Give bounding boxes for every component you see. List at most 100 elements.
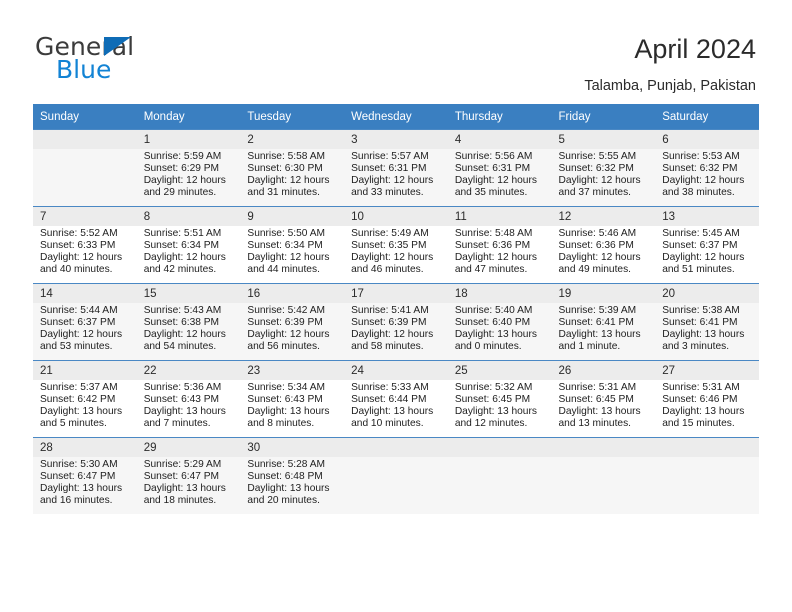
calendar-day-cell[interactable]: 28 Sunrise: 5:30 AM Sunset: 6:47 PM Dayligh… — [33, 437, 137, 514]
calendar-day-cell[interactable]: 5 Sunrise: 5:55 AM Sunset: 6:32 PM Daylight… — [551, 129, 656, 206]
daylight-text: Daylight: 13 hours and 20 minutes. — [247, 483, 330, 507]
calendar-day-cell[interactable]: 26 Sunrise: 5:31 AM Sunset: 6:45 PM Dayligh… — [551, 360, 656, 437]
sunrise-text: Sunrise: 5:42 AM — [247, 305, 325, 316]
sunset-text: Sunset: 6:37 PM — [40, 317, 116, 329]
day-number: 23 — [240, 361, 345, 380]
sunrise-text: Sunrise: 5:29 AM — [143, 459, 222, 470]
day-details: Sunrise: 5:50 AM Sunset: 6:34 PM Daylight:… — [240, 226, 344, 276]
day-number: 6 — [655, 130, 759, 149]
calendar-day-cell[interactable]: 27 Sunrise: 5:31 AM Sunset: 6:46 PM Dayligh… — [655, 360, 759, 437]
calendar-week-row: 1 Sunrise: 5:59 AM Sunset: 6:29 PM Daylight… — [33, 129, 759, 206]
sunset-text: Sunset: 6:40 PM — [454, 317, 531, 329]
day-number: 21 — [33, 361, 137, 380]
logo-text-blue: Blue — [56, 55, 112, 84]
calendar-day-cell[interactable]: 8 Sunrise: 5:51 AM Sunset: 6:34 PM Daylight… — [136, 206, 241, 283]
daylight-text: Daylight: 12 hours and 31 minutes. — [247, 175, 330, 199]
sunset-text: Sunset: 6:31 PM — [454, 163, 531, 175]
calendar-day-cell[interactable]: 4 Sunrise: 5:56 AM Sunset: 6:31 PM Daylight… — [447, 129, 552, 206]
day-number: 29 — [136, 438, 241, 457]
day-number: 13 — [655, 207, 759, 226]
general-blue-logo[interactable]: General Blue — [35, 32, 275, 87]
sunset-text: Sunset: 6:35 PM — [351, 240, 427, 252]
day-details: Sunrise: 5:46 AM Sunset: 6:36 PM Daylight:… — [552, 226, 656, 276]
sunrise-text: Sunrise: 5:50 AM — [247, 228, 325, 239]
calendar-day-cell[interactable]: 29 Sunrise: 5:29 AM Sunset: 6:47 PM Dayligh… — [136, 437, 241, 514]
sunrise-text: Sunrise: 5:45 AM — [662, 228, 740, 239]
calendar-day-cell[interactable]: 11 Sunrise: 5:48 AM Sunset: 6:36 PM Dayligh… — [447, 206, 552, 283]
day-details: Sunrise: 5:55 AM Sunset: 6:32 PM Daylight:… — [552, 149, 656, 199]
page-subtitle: Talamba, Punjab, Pakistan — [584, 78, 756, 94]
daylight-text: Daylight: 12 hours and 38 minutes. — [662, 175, 745, 199]
sunrise-text: Sunrise: 5:52 AM — [40, 228, 118, 239]
calendar-day-cell[interactable]: 9 Sunrise: 5:50 AM Sunset: 6:34 PM Daylight… — [240, 206, 345, 283]
sunrise-text: Sunrise: 5:41 AM — [351, 305, 429, 316]
calendar-cell-inner: 3 Sunrise: 5:57 AM Sunset: 6:31 PM Daylight… — [344, 129, 448, 206]
day-number: 12 — [551, 207, 656, 226]
page-header: General Blue April 2024 Talamba, Punjab,… — [0, 0, 792, 100]
calendar-day-cell[interactable]: 13 Sunrise: 5:45 AM Sunset: 6:37 PM Dayligh… — [655, 206, 759, 283]
calendar-cell-inner: 21 Sunrise: 5:37 AM Sunset: 6:42 PM Dayligh… — [33, 360, 137, 437]
calendar-day-cell[interactable]: 16 Sunrise: 5:42 AM Sunset: 6:39 PM Dayligh… — [240, 283, 345, 360]
calendar-cell-inner: 23 Sunrise: 5:34 AM Sunset: 6:43 PM Dayligh… — [240, 360, 345, 437]
sunrise-text: Sunrise: 5:43 AM — [143, 305, 222, 316]
calendar-day-cell[interactable]: 30 Sunrise: 5:28 AM Sunset: 6:48 PM Dayligh… — [240, 437, 345, 514]
sunrise-text: Sunrise: 5:46 AM — [558, 228, 637, 239]
calendar-day-cell[interactable]: 25 Sunrise: 5:32 AM Sunset: 6:45 PM Dayligh… — [447, 360, 552, 437]
weekday-header-friday: Friday — [551, 104, 656, 129]
calendar-cell-inner: 28 Sunrise: 5:30 AM Sunset: 6:47 PM Dayligh… — [33, 437, 137, 514]
calendar-cell-empty — [344, 437, 448, 514]
calendar-day-cell[interactable]: 15 Sunrise: 5:43 AM Sunset: 6:38 PM Dayligh… — [136, 283, 241, 360]
day-details: Sunrise: 5:49 AM Sunset: 6:35 PM Daylight:… — [344, 226, 448, 276]
day-number: 9 — [240, 207, 345, 226]
calendar-day-cell[interactable]: 24 Sunrise: 5:33 AM Sunset: 6:44 PM Dayligh… — [344, 360, 448, 437]
calendar-day-cell[interactable]: 12 Sunrise: 5:46 AM Sunset: 6:36 PM Dayligh… — [551, 206, 656, 283]
calendar-day-cell[interactable]: 17 Sunrise: 5:41 AM Sunset: 6:39 PM Dayligh… — [344, 283, 448, 360]
sunrise-text: Sunrise: 5:31 AM — [662, 382, 740, 393]
calendar-day-cell[interactable]: 14 Sunrise: 5:44 AM Sunset: 6:37 PM Dayligh… — [33, 283, 137, 360]
sunrise-text: Sunrise: 5:44 AM — [40, 305, 118, 316]
day-details: Sunrise: 5:51 AM Sunset: 6:34 PM Daylight:… — [137, 226, 241, 276]
calendar-cell-inner: 26 Sunrise: 5:31 AM Sunset: 6:45 PM Dayligh… — [551, 360, 656, 437]
sunrise-text: Sunrise: 5:28 AM — [247, 459, 325, 470]
calendar-week-row: 7 Sunrise: 5:52 AM Sunset: 6:33 PM Daylight… — [33, 206, 759, 283]
calendar-week-row: 14 Sunrise: 5:44 AM Sunset: 6:37 PM Dayligh… — [33, 283, 759, 360]
calendar-cell-inner: 5 Sunrise: 5:55 AM Sunset: 6:32 PM Daylight… — [551, 129, 656, 206]
sunset-text: Sunset: 6:41 PM — [662, 317, 738, 329]
day-details: Sunrise: 5:48 AM Sunset: 6:36 PM Daylight:… — [448, 226, 552, 276]
daylight-text: Daylight: 12 hours and 49 minutes. — [558, 252, 641, 276]
calendar-day-cell[interactable]: 7 Sunrise: 5:52 AM Sunset: 6:33 PM Daylight… — [33, 206, 137, 283]
sunrise-text: Sunrise: 5:55 AM — [558, 151, 637, 162]
calendar-day-cell[interactable]: 10 Sunrise: 5:49 AM Sunset: 6:35 PM Dayligh… — [344, 206, 448, 283]
day-details: Sunrise: 5:59 AM Sunset: 6:29 PM Daylight:… — [137, 149, 241, 199]
calendar-day-cell[interactable]: 18 Sunrise: 5:40 AM Sunset: 6:40 PM Dayligh… — [447, 283, 552, 360]
calendar-day-cell[interactable]: 2 Sunrise: 5:58 AM Sunset: 6:30 PM Daylight… — [240, 129, 345, 206]
sunset-text: Sunset: 6:41 PM — [558, 317, 634, 329]
sunrise-text: Sunrise: 5:33 AM — [351, 382, 429, 393]
day-number: 4 — [447, 130, 552, 149]
sunset-text: Sunset: 6:33 PM — [40, 240, 116, 252]
day-number: 14 — [33, 284, 137, 303]
daylight-text: Daylight: 12 hours and 37 minutes. — [558, 175, 641, 199]
daylight-text: Daylight: 13 hours and 1 minute. — [558, 329, 641, 353]
calendar-day-cell[interactable]: 1 Sunrise: 5:59 AM Sunset: 6:29 PM Daylight… — [136, 129, 241, 206]
calendar-day-cell[interactable]: 20 Sunrise: 5:38 AM Sunset: 6:41 PM Dayligh… — [655, 283, 759, 360]
calendar-cell-inner: 12 Sunrise: 5:46 AM Sunset: 6:36 PM Dayligh… — [551, 206, 656, 283]
daylight-text: Daylight: 13 hours and 8 minutes. — [247, 406, 330, 430]
calendar-day-cell[interactable]: 3 Sunrise: 5:57 AM Sunset: 6:31 PM Daylight… — [344, 129, 448, 206]
calendar-day-cell[interactable]: 6 Sunrise: 5:53 AM Sunset: 6:32 PM Daylight… — [655, 129, 759, 206]
calendar-day-cell[interactable]: 22 Sunrise: 5:36 AM Sunset: 6:43 PM Dayligh… — [136, 360, 241, 437]
calendar-day-cell[interactable]: 21 Sunrise: 5:37 AM Sunset: 6:42 PM Dayligh… — [33, 360, 137, 437]
daylight-text: Daylight: 13 hours and 16 minutes. — [40, 483, 123, 507]
calendar-cell-inner: 30 Sunrise: 5:28 AM Sunset: 6:48 PM Dayligh… — [240, 437, 345, 514]
daylight-text: Daylight: 12 hours and 53 minutes. — [40, 329, 123, 353]
daylight-text: Daylight: 12 hours and 42 minutes. — [143, 252, 226, 276]
sunrise-text: Sunrise: 5:40 AM — [454, 305, 533, 316]
calendar-cell-inner: 13 Sunrise: 5:45 AM Sunset: 6:37 PM Dayligh… — [655, 206, 759, 283]
calendar-cell-inner — [344, 437, 448, 514]
sunset-text: Sunset: 6:36 PM — [454, 240, 531, 252]
calendar-cell-empty — [447, 437, 552, 514]
day-number: 22 — [136, 361, 241, 380]
calendar-day-cell[interactable]: 23 Sunrise: 5:34 AM Sunset: 6:43 PM Dayligh… — [240, 360, 345, 437]
calendar-day-cell[interactable]: 19 Sunrise: 5:39 AM Sunset: 6:41 PM Dayligh… — [551, 283, 656, 360]
day-number: 24 — [344, 361, 448, 380]
